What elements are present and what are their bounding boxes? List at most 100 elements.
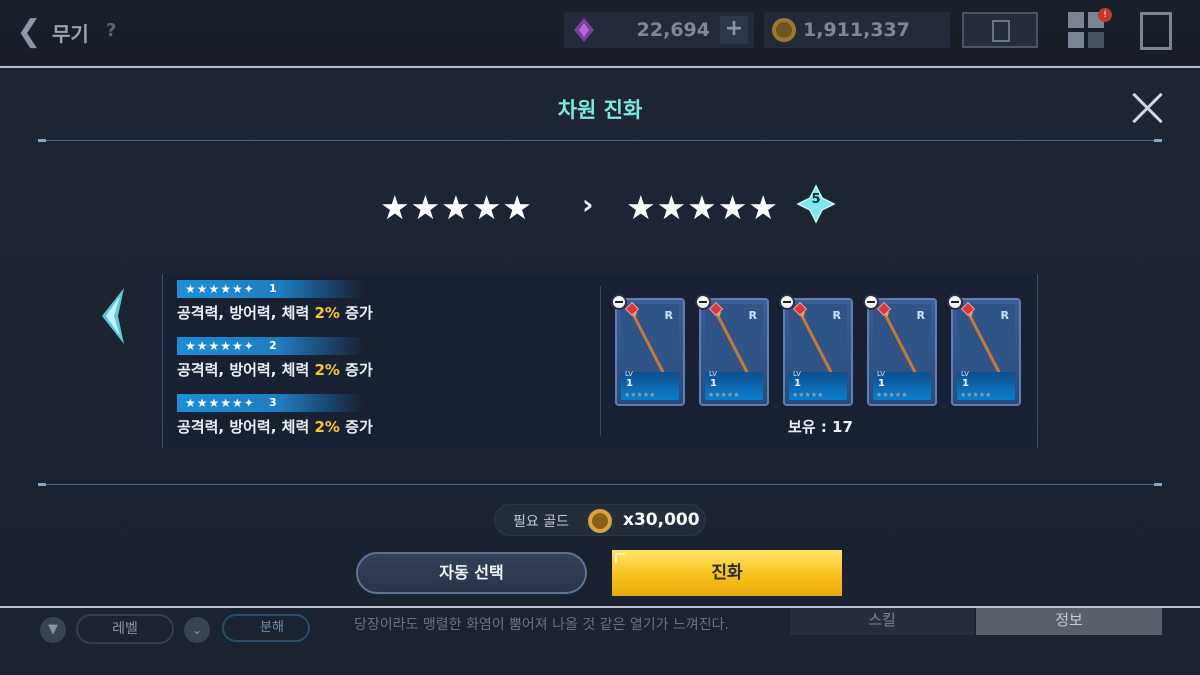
bonus-stats: 공격력, 방어력, 체력 (177, 361, 315, 379)
card-level: 1 (626, 378, 633, 389)
add-gem-button[interactable]: + (720, 16, 748, 44)
required-gold-label: 필요 골드 (513, 514, 569, 530)
memo-button[interactable] (962, 12, 1038, 48)
filter-icon[interactable]: ▼ (40, 617, 66, 643)
star-badge-icon: 5 (796, 184, 836, 224)
gem-icon (574, 18, 594, 42)
tier-tag: ★★★★★✦ 3 (177, 394, 363, 412)
card-rank: R (748, 309, 757, 322)
tab-skill[interactable]: 스킬 (790, 605, 974, 635)
tier-number: 1 (269, 282, 277, 295)
card-stars: ★★★★★ (960, 391, 992, 399)
tab-info[interactable]: 정보 (976, 605, 1162, 635)
tier-number: 2 (269, 339, 277, 352)
bonus-effect: 증가 (339, 418, 373, 436)
bonus-stats: 공격력, 방어력, 체력 (177, 418, 315, 436)
card-rank: R (832, 309, 841, 322)
card-art: R LV 1 ★★★★★ (789, 304, 847, 400)
card-rank: R (916, 309, 925, 322)
card-art: R LV 1 ★★★★★ (957, 304, 1015, 400)
evolve-button[interactable]: 진화 (612, 550, 842, 596)
bonus-description: 공격력, 방어력, 체력 2% 증가 (177, 416, 373, 437)
bonus-effect: 증가 (339, 304, 373, 322)
tier-tag: ★★★★★✦ 1 (177, 280, 363, 298)
memo-icon (992, 20, 1010, 42)
target-stars: ★★★★★ (626, 188, 779, 227)
gold-amount: 1,911,337 (803, 19, 910, 41)
remove-icon[interactable] (863, 294, 879, 310)
card-art: R LV 1 ★★★★★ (705, 304, 763, 400)
material-card[interactable]: R LV 1 ★★★★★ (695, 294, 769, 406)
tier-stars: ★★★★★✦ (185, 282, 255, 296)
owned-count: 보유 : 17 (788, 418, 853, 436)
card-level-label: LV (793, 370, 801, 378)
help-icon[interactable]: ? (106, 20, 116, 41)
arrow-right-icon: › (582, 188, 594, 221)
modal-title: 차원 진화 (557, 98, 643, 122)
back-arrow-icon[interactable]: ❮ (12, 12, 46, 52)
bonus-percent: 2% (314, 418, 340, 436)
remove-icon[interactable] (947, 294, 963, 310)
card-rank: R (1000, 309, 1009, 322)
panel-divider (600, 286, 601, 436)
close-icon[interactable] (1130, 90, 1164, 124)
bonus-entry-2: ★★★★★✦ 2 공격력, 방어력, 체력 2% 증가 (177, 337, 373, 380)
bonus-effect: 증가 (339, 361, 373, 379)
gem-amount: 22,694 (636, 19, 710, 41)
current-stars: ★★★★★ (380, 188, 533, 227)
sort-icon[interactable]: ⌄ (184, 617, 210, 643)
tier-stars: ★★★★★✦ (185, 339, 255, 353)
gold-coin-icon (588, 509, 612, 533)
card-rank: R (664, 309, 673, 322)
card-level: 1 (962, 378, 969, 389)
dismantle-button[interactable]: 분해 (222, 614, 310, 642)
bonus-entry-3: ★★★★★✦ 3 공격력, 방어력, 체력 2% 증가 (177, 394, 373, 437)
card-level-label: LV (709, 370, 717, 378)
card-level: 1 (878, 378, 885, 389)
tier-number: 3 (269, 396, 277, 409)
card-stars: ★★★★★ (792, 391, 824, 399)
remove-icon[interactable] (695, 294, 711, 310)
level-filter-button[interactable]: 레벨 (76, 614, 174, 644)
material-card[interactable]: R LV 1 ★★★★★ (947, 294, 1021, 406)
tier-tag: ★★★★★✦ 2 (177, 337, 363, 355)
gem-currency: 22,694 + (564, 12, 754, 48)
bonus-percent: 2% (314, 361, 340, 379)
bonus-entry-1: ★★★★★✦ 1 공격력, 방어력, 체력 2% 증가 (177, 280, 373, 323)
material-card[interactable]: R LV 1 ★★★★★ (611, 294, 685, 406)
gold-currency: 1,911,337 (764, 12, 950, 48)
star-badge-count: 5 (811, 192, 821, 207)
bonus-description: 공격력, 방어력, 체력 2% 증가 (177, 302, 373, 323)
remove-icon[interactable] (611, 294, 627, 310)
evolution-panel: ★★★★★✦ 1 공격력, 방어력, 체력 2% 증가 ★★★★★✦ 2 공격력… (162, 274, 1038, 448)
card-level: 1 (794, 378, 801, 389)
required-gold: 필요 골드 x30,000 (494, 504, 706, 536)
bonus-description: 공격력, 방어력, 체력 2% 증가 (177, 359, 373, 380)
tier-stars: ★★★★★✦ (185, 396, 255, 410)
required-gold-amount: x30,000 (623, 510, 700, 530)
card-art: R LV 1 ★★★★★ (873, 304, 931, 400)
card-art: R LV 1 ★★★★★ (621, 304, 679, 400)
gold-coin-icon (772, 18, 796, 42)
dimension-evolution-modal: 차원 진화 ★★★★★ › ★★★★★ 5 ★★★★★✦ 1 공격력, 방어력,… (0, 66, 1200, 608)
card-stars: ★★★★★ (876, 391, 908, 399)
card-stars: ★★★★★ (708, 391, 740, 399)
left-arrow-icon[interactable] (96, 286, 130, 346)
material-card[interactable]: R LV 1 ★★★★★ (863, 294, 937, 406)
exit-door-icon[interactable] (1140, 12, 1172, 50)
page-title: 무기 (52, 22, 89, 46)
card-level-label: LV (625, 370, 633, 378)
auto-select-button[interactable]: 자동 선택 (356, 552, 587, 594)
bonus-percent: 2% (314, 304, 340, 322)
material-card[interactable]: R LV 1 ★★★★★ (779, 294, 853, 406)
card-level: 1 (710, 378, 717, 389)
item-flavor-text: 당장이라도 맹렬한 화염이 뿜어져 나올 것 같은 열기가 느껴진다. (354, 617, 729, 633)
card-level-label: LV (961, 370, 969, 378)
bonus-stats: 공격력, 방어력, 체력 (177, 304, 315, 322)
card-stars: ★★★★★ (624, 391, 656, 399)
divider-top (38, 139, 1162, 142)
notification-badge: ! (1098, 8, 1112, 22)
top-bar: ❮ 무기 ? 22,694 + 1,911,337 ! (0, 0, 1200, 64)
divider-bottom (38, 483, 1162, 486)
remove-icon[interactable] (779, 294, 795, 310)
